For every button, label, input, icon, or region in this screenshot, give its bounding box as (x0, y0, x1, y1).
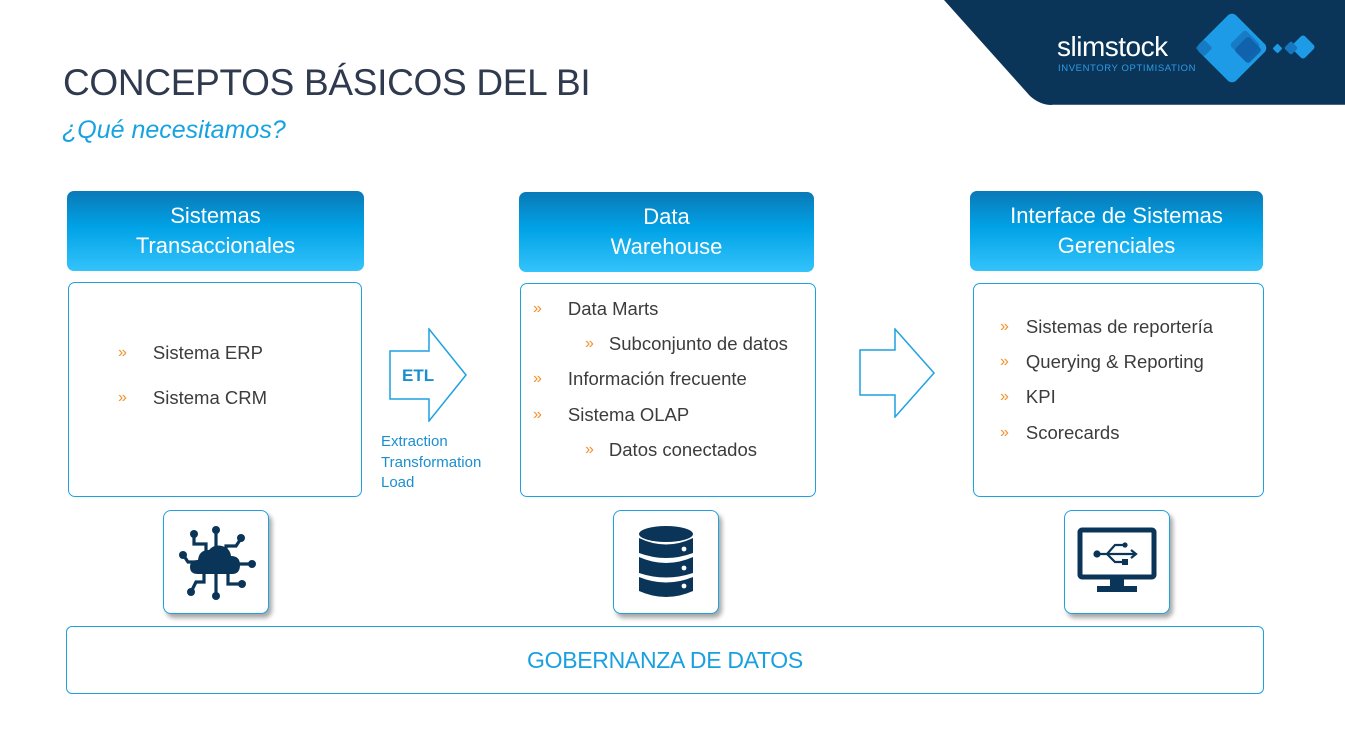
list-item: » Data Marts (533, 298, 658, 320)
list-item: » Sistema OLAP (533, 404, 689, 426)
bullet-chevron-icon: » (118, 344, 127, 361)
list-item-sub: » Datos conectados (585, 439, 757, 461)
etl-desc-line: Transformation (381, 453, 482, 471)
bullet-chevron-icon: » (1000, 318, 1009, 335)
list-item-text: Scorecards (1025, 422, 1120, 443)
header-line: Data (643, 204, 690, 229)
list-item-text: Información frecuente (567, 368, 747, 389)
bullet-chevron-icon: » (1000, 388, 1009, 405)
etl-desc-line: Load (381, 474, 415, 491)
bullet-chevron-icon: » (585, 335, 594, 352)
header-data-warehouse: Data Warehouse (519, 192, 814, 272)
list-item: » Información frecuente (533, 368, 747, 390)
bullet-chevron-icon: » (1000, 353, 1009, 370)
brand-logo-name: slimstock (1057, 31, 1168, 62)
bullet-chevron-icon: » (1000, 424, 1009, 441)
list-item: » Scorecards (1000, 422, 1119, 444)
bullet-chevron-icon: » (118, 389, 127, 406)
data-governance-band: GOBERNANZA DE DATOS (66, 626, 1264, 694)
list-item: » Querying & Reporting (1000, 351, 1204, 373)
header-line: Gerenciales (1057, 233, 1176, 258)
list-item-text: Sistema ERP (152, 342, 263, 363)
header-line: Interface de Sistemas (1010, 203, 1223, 228)
icon-tile-interface (1064, 510, 1170, 614)
icon-tile-warehouse (613, 510, 719, 614)
header-line: Transaccionales (135, 233, 296, 258)
list-item-text: Sistemas de reportería (1025, 316, 1214, 337)
list-item-text: Data Marts (567, 298, 659, 319)
header-sistemas-transaccionales: Sistemas Transaccionales (67, 191, 364, 271)
slide-subtitle: ¿Qué necesitamos? (62, 116, 286, 144)
monitor-usb-icon (1077, 527, 1157, 592)
data-governance-label: GOBERNANZA DE DATOS (527, 646, 803, 673)
header-interface-sistemas-gerenciales: Interface de Sistemas Gerenciales (970, 191, 1263, 271)
list-item-text: Sistema CRM (152, 387, 268, 408)
list-item: » KPI (1000, 386, 1056, 408)
etl-desc-line: Extraction (381, 433, 448, 450)
list-item: » Sistema CRM (118, 387, 267, 409)
brand-diamond-logo-icon (1196, 13, 1315, 83)
flow-arrow-icon (859, 328, 936, 418)
brand-logo-tagline: INVENTORY OPTIMISATION (1058, 63, 1197, 74)
cloud-network-icon (179, 526, 256, 600)
icon-tile-transactional (163, 510, 269, 614)
list-item-text: Sistema OLAP (567, 404, 690, 425)
list-item: » Sistemas de reportería (1000, 316, 1213, 338)
list-item-text: Subconjunto de datos (608, 333, 788, 354)
slide-title: CONCEPTOS BÁSICOS DEL BI (63, 62, 591, 103)
bullet-chevron-icon: » (585, 441, 594, 458)
database-icon (639, 526, 693, 597)
bullet-chevron-icon: » (533, 406, 542, 423)
header-line: Warehouse (610, 234, 723, 259)
list-item: » Sistema ERP (118, 342, 263, 364)
list-item-text: KPI (1025, 386, 1056, 407)
list-item-text: Querying & Reporting (1025, 351, 1204, 372)
etl-description: Extraction Transformation Load (381, 432, 481, 494)
list-item-sub: » Subconjunto de datos (585, 333, 788, 355)
bullet-chevron-icon: » (533, 370, 542, 387)
header-line: Sistemas (170, 203, 261, 228)
list-item-text: Datos conectados (608, 439, 757, 460)
bullet-chevron-icon: » (533, 300, 542, 317)
etl-label: ETL (402, 366, 435, 385)
